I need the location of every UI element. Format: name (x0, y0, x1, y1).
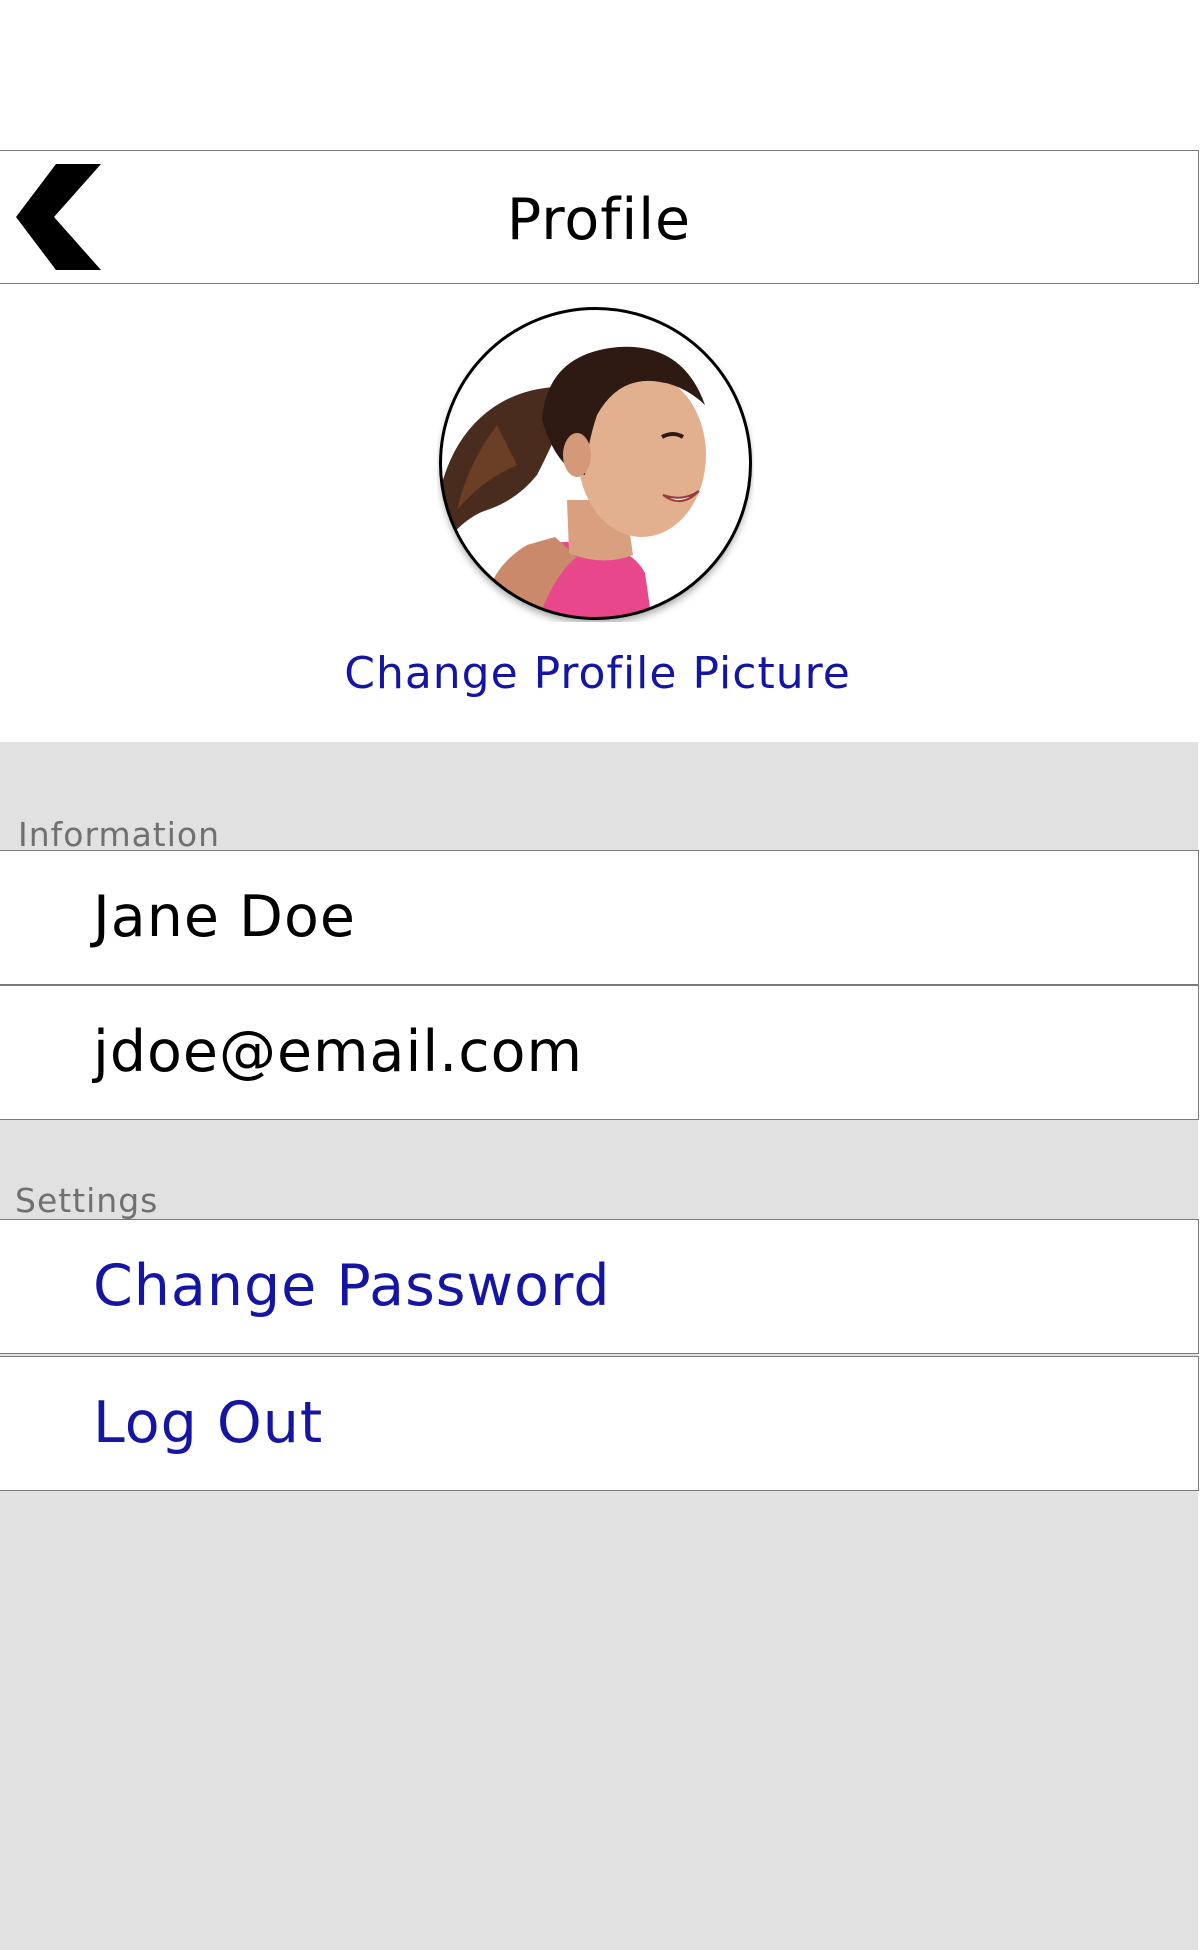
email-value: jdoe@email.com (93, 1019, 584, 1085)
page-title: Profile (506, 187, 692, 253)
settings-section-label: Settings (15, 1181, 159, 1220)
log-out-button[interactable]: Log Out (0, 1356, 1199, 1491)
name-row[interactable]: Jane Doe (0, 850, 1199, 985)
change-password-label: Change Password (93, 1253, 611, 1319)
change-password-button[interactable]: Change Password (0, 1219, 1199, 1354)
nav-header: Profile (0, 150, 1199, 284)
information-section-label: Information (18, 815, 221, 854)
name-value: Jane Doe (93, 884, 356, 950)
avatar (439, 307, 752, 620)
email-row[interactable]: jdoe@email.com (0, 985, 1199, 1120)
change-profile-picture-link[interactable]: Change Profile Picture (0, 645, 1195, 703)
log-out-label: Log Out (93, 1390, 324, 1456)
